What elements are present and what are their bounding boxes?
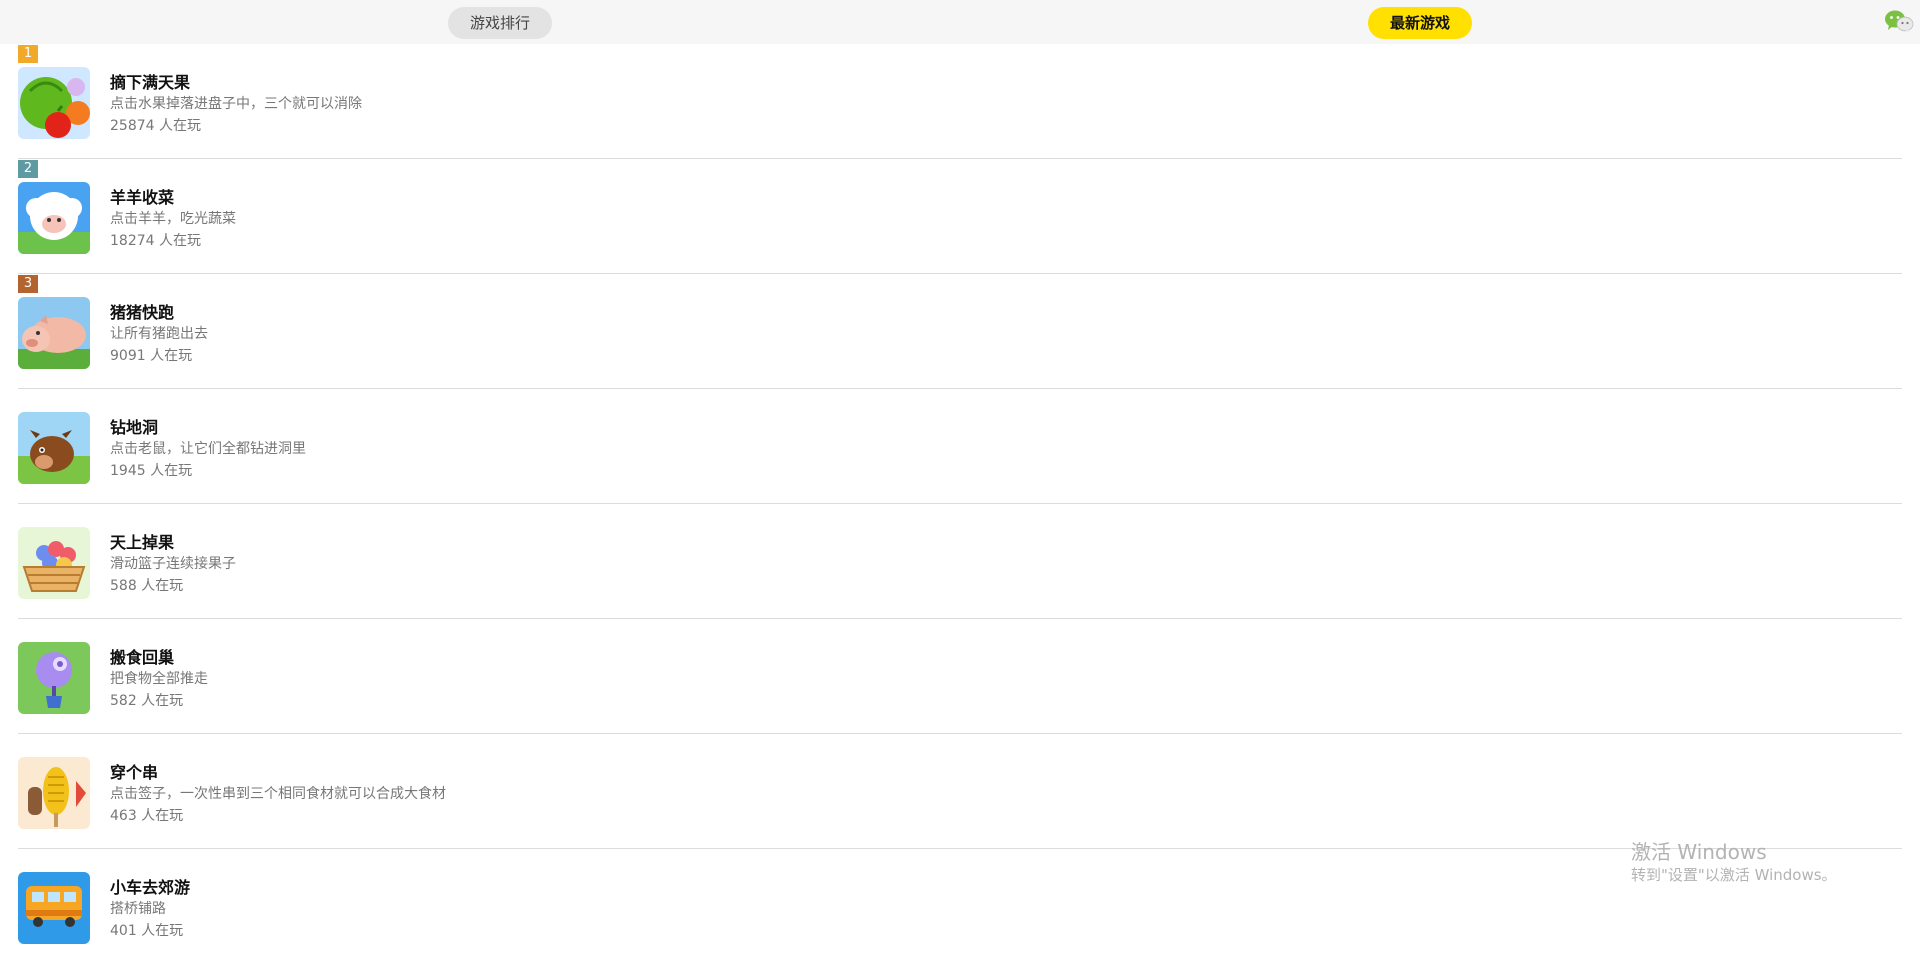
player-count: 401 人在玩 xyxy=(110,923,184,939)
list-item[interactable]: 穿个串 点击签子，一次性串到三个相同食材就可以合成大食材 463 人在玩 xyxy=(0,734,1920,849)
windows-activation-watermark: 激活 Windows 转到"设置"以激活 Windows。 xyxy=(1631,840,1837,886)
rank-badge: 1 xyxy=(18,45,38,63)
basket-icon[interactable] xyxy=(18,527,90,599)
player-count: 9091 人在玩 xyxy=(110,348,193,364)
top-nav-bar: 游戏排行 最新游戏 xyxy=(0,0,1920,44)
tab-game-ranking[interactable]: 游戏排行 xyxy=(448,7,552,39)
watermark-subtitle: 转到"设置"以激活 Windows。 xyxy=(1631,866,1837,884)
game-description: 让所有猪跑出去 xyxy=(110,326,208,342)
game-name: 摘下满天果 xyxy=(110,73,191,92)
game-description: 点击老鼠，让它们全都钻进洞里 xyxy=(110,441,306,457)
list-item[interactable]: 3 猪猪快跑 让所有猪跑出去 9091 人在玩 xyxy=(0,274,1920,389)
fruit-icon[interactable] xyxy=(18,67,90,139)
player-count: 25874 人在玩 xyxy=(110,118,201,134)
game-name: 羊羊收菜 xyxy=(110,188,175,207)
rank-badge: 2 xyxy=(18,160,38,178)
game-description: 滑动篮子连续接果子 xyxy=(110,556,236,572)
player-count: 1945 人在玩 xyxy=(110,463,193,479)
game-name: 猪猪快跑 xyxy=(110,303,175,322)
game-description: 把食物全部推走 xyxy=(110,671,208,687)
tab-new-games[interactable]: 最新游戏 xyxy=(1368,7,1472,39)
player-count: 588 人在玩 xyxy=(110,578,184,594)
game-description: 点击水果掉落进盘子中，三个就可以消除 xyxy=(110,96,362,112)
game-description: 搭桥铺路 xyxy=(110,901,166,917)
list-item[interactable]: 钻地洞 点击老鼠，让它们全都钻进洞里 1945 人在玩 xyxy=(0,389,1920,504)
list-item[interactable]: 2 羊羊收菜 点击羊羊，吃光蔬菜 18274 人在玩 xyxy=(0,159,1920,274)
game-name: 搬食回巢 xyxy=(110,648,175,667)
list-item[interactable]: 1 摘下满天果 点击水果掉落进盘子中，三个就可以消除 25874 人在玩 xyxy=(0,44,1920,159)
game-description: 点击羊羊，吃光蔬菜 xyxy=(110,211,236,227)
wechat-icon[interactable] xyxy=(1884,8,1914,34)
balloon-icon[interactable] xyxy=(18,642,90,714)
game-name: 小车去郊游 xyxy=(110,878,191,897)
bus-icon[interactable] xyxy=(18,872,90,944)
game-description: 点击签子，一次性串到三个相同食材就可以合成大食材 xyxy=(110,786,446,802)
skewer-icon[interactable] xyxy=(18,757,90,829)
game-name: 钻地洞 xyxy=(110,418,159,437)
game-list: 1 摘下满天果 点击水果掉落进盘子中，三个就可以消除 25874 人在玩 2 羊… xyxy=(0,44,1920,964)
game-name: 天上掉果 xyxy=(110,533,175,552)
mole-icon[interactable] xyxy=(18,412,90,484)
game-name: 穿个串 xyxy=(110,763,159,782)
list-item[interactable]: 搬食回巢 把食物全部推走 582 人在玩 xyxy=(0,619,1920,734)
watermark-title: 激活 Windows xyxy=(1631,840,1767,864)
sheep-icon[interactable] xyxy=(18,182,90,254)
player-count: 18274 人在玩 xyxy=(110,233,201,249)
list-item[interactable]: 天上掉果 滑动篮子连续接果子 588 人在玩 xyxy=(0,504,1920,619)
rank-badge: 3 xyxy=(18,275,38,293)
pig-icon[interactable] xyxy=(18,297,90,369)
player-count: 463 人在玩 xyxy=(110,808,184,824)
player-count: 582 人在玩 xyxy=(110,693,184,709)
